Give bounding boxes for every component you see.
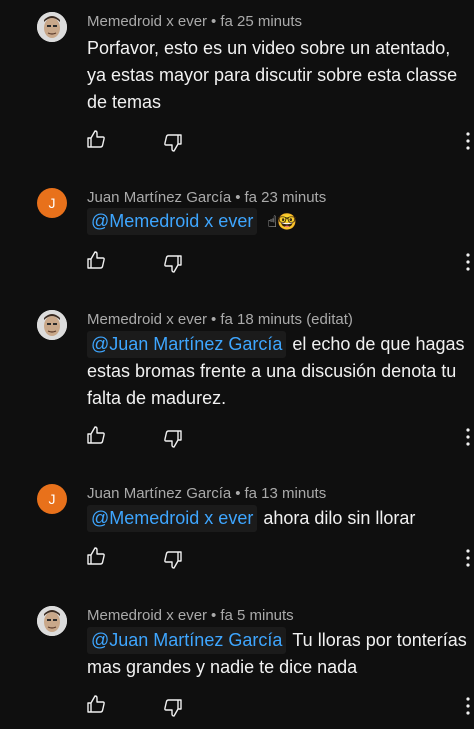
more-vertical-icon[interactable] [464, 696, 472, 716]
thumbs-up-icon[interactable] [86, 129, 106, 149]
separator: • [211, 311, 217, 328]
timestamp[interactable]: fa 18 minuts (editat) [220, 311, 353, 328]
user-photo-icon [37, 310, 67, 340]
comment-text: Porfavor, esto es un video sobre un aten… [87, 35, 469, 116]
timestamp[interactable]: fa 23 minuts [245, 189, 327, 206]
author-name[interactable]: Memedroid x ever [87, 311, 207, 328]
author-name[interactable]: Juan Martínez García [87, 485, 231, 502]
user-photo-icon [37, 12, 67, 42]
author-name[interactable]: Juan Martínez García [87, 189, 231, 206]
separator: • [211, 13, 217, 30]
comment-header: Memedroid x ever • fa 5 minuts [87, 607, 294, 624]
thumbs-up-icon[interactable] [86, 546, 106, 566]
more-vertical-icon[interactable] [464, 131, 472, 151]
thumbs-up-icon[interactable] [86, 425, 106, 445]
author-name[interactable]: Memedroid x ever [87, 13, 207, 30]
thumbs-down-icon[interactable] [163, 133, 183, 153]
author-name[interactable]: Memedroid x ever [87, 607, 207, 624]
comment-body: ahora dilo sin llorar [263, 508, 416, 528]
mention-link[interactable]: @Juan Martínez García [87, 627, 287, 654]
avatar[interactable] [37, 12, 67, 42]
avatar[interactable] [37, 310, 67, 340]
comment-body: Porfavor, esto es un video sobre un aten… [87, 38, 458, 112]
thumbs-up-icon[interactable] [86, 250, 106, 270]
user-photo-icon [37, 606, 67, 636]
thumbs-down-icon[interactable] [163, 698, 183, 718]
avatar[interactable] [37, 606, 67, 636]
more-vertical-icon[interactable] [464, 252, 472, 272]
comment-header: Juan Martínez García • fa 13 minuts [87, 485, 326, 502]
thumbs-down-icon[interactable] [163, 254, 183, 274]
comment-text: @Memedroid x ever ahora dilo sin llorar [87, 505, 469, 532]
timestamp[interactable]: fa 5 minuts [220, 607, 293, 624]
thumbs-up-icon[interactable] [86, 694, 106, 714]
comment-text: @Juan Martínez García Tu lloras por tonte… [87, 627, 469, 681]
mention-link[interactable]: @Juan Martínez García [87, 331, 287, 358]
timestamp[interactable]: fa 13 minuts [245, 485, 327, 502]
comment-header: Memedroid x ever • fa 18 minuts (editat) [87, 311, 353, 328]
emoji-reaction: ☝🤓 [267, 214, 297, 231]
comment-header: Juan Martínez García • fa 23 minuts [87, 189, 326, 206]
avatar[interactable]: J [37, 188, 67, 218]
mention-link[interactable]: @Memedroid x ever [87, 208, 258, 235]
separator: • [211, 607, 217, 624]
avatar-letter: J [48, 491, 56, 507]
avatar[interactable]: J [37, 484, 67, 514]
separator: • [235, 189, 241, 206]
comment-text: @Juan Martínez García el echo de que haga… [87, 331, 469, 412]
separator: • [235, 485, 241, 502]
thumbs-down-icon[interactable] [163, 429, 183, 449]
thumbs-down-icon[interactable] [163, 550, 183, 570]
more-vertical-icon[interactable] [464, 427, 472, 447]
timestamp[interactable]: fa 25 minuts [220, 13, 302, 30]
comment-text: @Memedroid x ever ☝🤓 [87, 208, 469, 236]
comment-header: Memedroid x ever • fa 25 minuts [87, 13, 302, 30]
mention-link[interactable]: @Memedroid x ever [87, 505, 258, 532]
more-vertical-icon[interactable] [464, 548, 472, 568]
avatar-letter: J [48, 195, 56, 211]
